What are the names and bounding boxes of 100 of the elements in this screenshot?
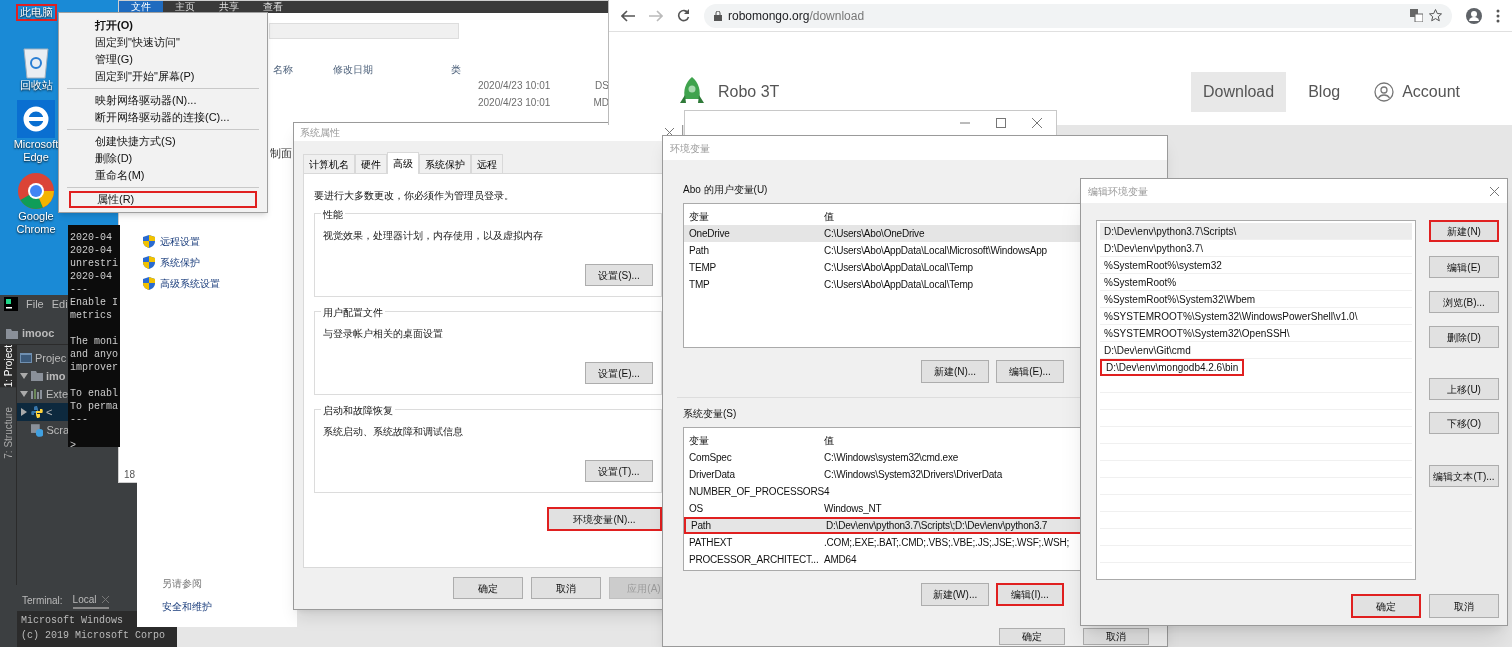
task-link[interactable]: 系统保护 (160, 255, 200, 270)
table-cell-text: MD (593, 96, 609, 110)
list-row[interactable]: D:\Dev\env\mongodb4.2.6\bin (1100, 359, 1245, 376)
settings-button[interactable]: 设置(T)... (585, 460, 653, 482)
notice-text: 要进行大多数更改，你必须作为管理员登录。 (314, 189, 515, 203)
table-cell-text: ComSpec (688, 451, 733, 465)
section-heading: 另请参阅 (162, 577, 203, 591)
group-description: 与登录帐户相关的桌面设置 (323, 327, 444, 341)
dialog-button[interactable]: 下移(O) (1429, 412, 1499, 434)
menu-item[interactable]: 固定到"快速访问" (69, 34, 257, 51)
dialog-button[interactable]: 确定 (453, 577, 523, 599)
settings-button[interactable]: 设置(E)... (585, 362, 653, 384)
desktop-icon-label[interactable]: 此电脑 (15, 4, 57, 21)
list-row[interactable]: D:\Dev\env\python3.7\ (1100, 240, 1412, 257)
dialog-button[interactable]: 删除(D) (1429, 326, 1499, 348)
dialog-button[interactable]: 取消 (1083, 628, 1149, 645)
settings-button[interactable]: 设置(S)... (585, 264, 653, 286)
nav-link[interactable]: Blog (1296, 72, 1353, 112)
console-line: 2020-04 (70, 270, 113, 283)
tab[interactable]: 高级 (387, 152, 419, 174)
list-row[interactable]: %SystemRoot%\system32 (1100, 257, 1412, 274)
environment-variables-button[interactable]: 环境变量(N)... (547, 507, 662, 531)
list-row[interactable]: D:\Dev\env\Git\cmd (1100, 342, 1412, 359)
console-line: unrestri (70, 257, 118, 270)
tree-item[interactable]: Projec (35, 349, 67, 367)
table-cell-text: Windows_NT (824, 502, 882, 516)
terminal-tab[interactable]: Local (72, 591, 97, 607)
tab[interactable]: 远程 (471, 154, 503, 173)
table-cell-text: NUMBER_OF_PROCESSORS (688, 485, 824, 499)
tab[interactable]: 计算机名 (303, 154, 355, 173)
ribbon-tab[interactable]: 主页 (163, 1, 207, 13)
site-name[interactable]: Robo 3T (718, 80, 780, 104)
tree-item[interactable]: Scra (46, 421, 69, 439)
list-row[interactable]: %SYSTEMROOT%\System32\WindowsPowerShell\v1.0\ (1100, 308, 1412, 325)
dialog-button[interactable]: 上移(U) (1429, 378, 1499, 400)
column-header[interactable]: 变量 (684, 432, 824, 448)
table-cell-text: C:\Windows\System32\Drivers\DriverData (824, 468, 1002, 482)
tree-item[interactable]: Exte (46, 385, 68, 403)
window-title: 编辑环境变量 (1088, 184, 1148, 199)
table-cell-text: Path (688, 244, 710, 258)
column-header[interactable]: 修改日期 (333, 61, 451, 77)
list-row[interactable]: %SystemRoot%\System32\Wbem (1100, 291, 1412, 308)
address-bar[interactable]: robomongo.org/download (704, 3, 1452, 28)
console-line: metrics (70, 309, 113, 322)
table-cell-text: 2020/4/23 10:01 (478, 79, 552, 93)
nav-link[interactable]: Account (1362, 72, 1472, 112)
menu-item[interactable]: 删除(D) (69, 150, 257, 167)
tab[interactable]: 系统保护 (419, 154, 471, 173)
ribbon-tab[interactable]: 查看 (251, 1, 295, 13)
menu-item[interactable]: 属性(R) (69, 191, 257, 208)
list-row[interactable]: %SystemRoot% (1100, 274, 1412, 291)
menu-item[interactable]: File (26, 295, 44, 313)
table-cell-text: .COM;.EXE;.BAT;.CMD;.VBS;.VBE;.JS;.JSE;.WSF;.WSH; (824, 536, 1070, 550)
dialog-button[interactable]: 确定 (999, 628, 1065, 645)
desktop-icon-label[interactable]: Google Chrome (4, 210, 68, 236)
dialog-button[interactable]: 编辑(I)... (996, 583, 1064, 606)
dialog-button[interactable]: 编辑(E) (1429, 256, 1499, 278)
tree-item[interactable]: imo (46, 367, 66, 385)
tool-window-tab[interactable]: 7: Structure (0, 407, 17, 459)
dialog-button[interactable]: 浏览(B)... (1429, 291, 1499, 313)
column-header[interactable]: 值 (824, 208, 834, 224)
column-header[interactable]: 类 (451, 61, 491, 77)
column-header[interactable]: 值 (824, 432, 834, 448)
tool-window-tab[interactable]: 1: Project (0, 345, 17, 388)
dialog-button[interactable]: 取消 (1429, 594, 1499, 618)
dialog-button[interactable]: 编辑文本(T)... (1429, 465, 1499, 487)
table-cell-text: C:\Users\Abo\OneDrive (824, 227, 925, 241)
group-description: 视觉效果，处理器计划，内存使用，以及虚拟内存 (323, 229, 544, 243)
task-link[interactable]: 远程设置 (160, 234, 200, 249)
dialog-button[interactable]: 新建(N)... (921, 360, 989, 383)
menu-item[interactable]: 管理(G) (69, 51, 257, 68)
console-line: and anyo (70, 348, 118, 361)
tree-item[interactable]: < (46, 403, 53, 421)
list-row[interactable]: D:\Dev\env\python3.7\Scripts\ (1100, 223, 1412, 240)
dialog-button[interactable]: 确定 (1351, 594, 1421, 618)
ribbon-tab[interactable]: 文件 (119, 1, 163, 13)
breadcrumb[interactable]: imooc (22, 325, 55, 342)
table-cell-text: OneDrive (688, 227, 731, 241)
menu-item[interactable]: 打开(O) (69, 17, 257, 34)
see-also-link[interactable]: 安全和维护 (162, 599, 212, 614)
console-line: --- (70, 283, 89, 296)
ribbon-tab[interactable]: 共享 (207, 1, 251, 13)
menu-item[interactable]: Edi (51, 295, 68, 313)
column-header[interactable]: 变量 (684, 208, 824, 224)
section-label: 系统变量(S) (683, 407, 737, 421)
menu-item[interactable]: 断开网络驱动器的连接(C)... (69, 109, 257, 126)
menu-item[interactable]: 映射网络驱动器(N)... (69, 92, 257, 109)
dialog-button[interactable]: 新建(N) (1429, 220, 1499, 242)
dialog-button[interactable]: 编辑(E)... (996, 360, 1064, 383)
menu-item[interactable]: 固定到"开始"屏幕(P) (69, 68, 257, 85)
table-cell-text: C:\Users\Abo\AppData\Local\Microsoft\WindowsApp (824, 244, 1047, 258)
task-link[interactable]: 高级系统设置 (160, 276, 220, 291)
menu-item[interactable]: 重命名(M) (69, 167, 257, 184)
tab[interactable]: 硬件 (355, 154, 387, 173)
dialog-button[interactable]: 取消 (531, 577, 601, 599)
nav-link[interactable]: Download (1191, 72, 1287, 112)
desktop-icon-label[interactable]: 回收站 (17, 79, 55, 92)
dialog-button[interactable]: 新建(W)... (921, 583, 989, 606)
list-row[interactable]: %SYSTEMROOT%\System32\OpenSSH\ (1100, 325, 1412, 342)
menu-item[interactable]: 创建快捷方式(S) (69, 133, 257, 150)
